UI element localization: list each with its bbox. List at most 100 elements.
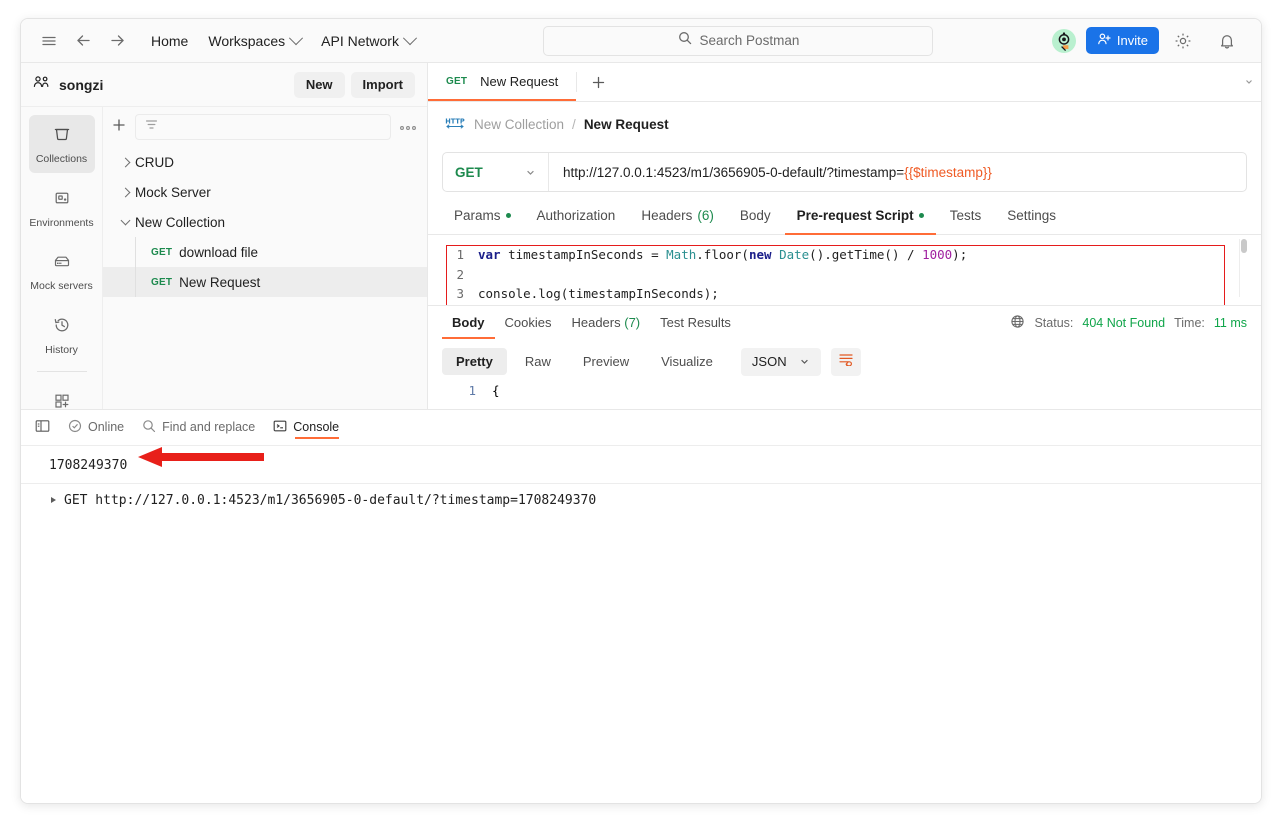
url-input[interactable]: http://127.0.0.1:4523/m1/3656905-0-defau…: [549, 153, 1246, 191]
chevron-down-icon: [799, 356, 810, 367]
avatar[interactable]: [1052, 29, 1076, 53]
tab-pre-request-script[interactable]: Pre-request Script: [785, 204, 936, 235]
editor-scrollbar[interactable]: [1239, 239, 1247, 297]
tab-body[interactable]: Body: [728, 204, 783, 235]
method-selector[interactable]: GET: [443, 153, 549, 191]
filter-input[interactable]: [135, 114, 391, 140]
tab-params[interactable]: Params: [442, 204, 523, 235]
bell-icon[interactable]: [1213, 27, 1241, 55]
tab-headers[interactable]: Headers (6): [629, 204, 726, 235]
import-button[interactable]: Import: [351, 72, 415, 98]
plus-icon[interactable]: [111, 117, 127, 138]
response-tab-headers[interactable]: Headers (7): [561, 307, 650, 339]
collections-icon: [52, 124, 72, 149]
unsaved-dot-icon: [506, 213, 511, 218]
line-number: 1: [446, 383, 492, 409]
console-button[interactable]: Console: [273, 410, 339, 445]
request-method: GET: [151, 247, 172, 258]
search-input[interactable]: Search Postman: [543, 26, 933, 56]
sidebar-layout-icon: [35, 419, 50, 436]
invite-button[interactable]: Invite: [1086, 27, 1159, 54]
sidebar-item-environments-label: Environments: [29, 218, 93, 230]
sidebar-item-collections-label: Collections: [36, 154, 87, 166]
tab-settings[interactable]: Settings: [995, 204, 1068, 235]
request-tab-bar: GET New Request: [428, 63, 1261, 102]
status-label: Status:: [1034, 316, 1073, 330]
nav-home-label: Home: [151, 33, 188, 49]
tab-tests[interactable]: Tests: [938, 204, 994, 235]
find-and-replace-button[interactable]: Find and replace: [142, 410, 255, 445]
svg-text:HTTP: HTTP: [445, 117, 465, 125]
code-line: 1 var timestampInSeconds = Math.floor(ne…: [446, 245, 1243, 265]
sidebar-rail: Collections Environments: [21, 107, 103, 409]
globe-icon[interactable]: [1010, 314, 1025, 332]
wrap-lines-icon: [838, 352, 854, 371]
view-mode-raw[interactable]: Raw: [511, 348, 565, 375]
tree-item-crud[interactable]: CRUD: [103, 147, 427, 177]
new-tab-button[interactable]: [577, 63, 620, 101]
chevron-right-icon[interactable]: [115, 159, 135, 166]
response-tab-body[interactable]: Body: [442, 307, 495, 339]
response-toolbar: Pretty Raw Preview Visualize JSON: [428, 341, 1261, 383]
console-request-entry[interactable]: GET http://127.0.0.1:4523/m1/3656905-0-d…: [21, 484, 1261, 508]
format-selector[interactable]: JSON: [741, 348, 821, 376]
tab-headers-count: (6): [697, 208, 714, 223]
nav-api-network[interactable]: API Network: [311, 29, 425, 53]
tree-item-label: Mock Server: [135, 185, 211, 200]
hamburger-icon[interactable]: [35, 27, 63, 55]
view-mode-pretty[interactable]: Pretty: [442, 348, 507, 375]
response-tab-test-results[interactable]: Test Results: [650, 307, 741, 339]
online-label: Online: [88, 420, 124, 434]
chevron-down-icon: [403, 31, 417, 45]
tree-request-download-file[interactable]: GET download file: [103, 237, 427, 267]
gear-icon[interactable]: [1169, 27, 1197, 55]
sidebar-item-collections[interactable]: Collections: [29, 115, 95, 173]
triangle-right-icon[interactable]: [51, 497, 56, 503]
arrow-right-icon[interactable]: [103, 27, 131, 55]
unsaved-dot-icon: [919, 213, 924, 218]
sidebar-item-history[interactable]: History: [29, 306, 95, 364]
environments-icon: [52, 188, 72, 213]
script-editor-area: 1 var timestampInSeconds = Math.floor(ne…: [428, 235, 1261, 305]
terminal-icon: [273, 419, 287, 436]
tab-settings-label: Settings: [1007, 208, 1056, 223]
nav-home[interactable]: Home: [141, 29, 198, 53]
sidebar-item-environments[interactable]: Environments: [29, 179, 95, 237]
wrap-lines-button[interactable]: [831, 348, 861, 376]
status-badge: 404 Not Found: [1082, 316, 1165, 330]
chevron-right-icon[interactable]: [115, 189, 135, 196]
tab-new-request[interactable]: GET New Request: [428, 63, 576, 101]
view-mode-preview[interactable]: Preview: [569, 348, 643, 375]
sidebar-item-mock-servers[interactable]: Mock servers: [29, 242, 95, 300]
online-status[interactable]: Online: [68, 410, 124, 445]
nav-workspaces[interactable]: Workspaces: [198, 29, 311, 53]
history-icon: [52, 315, 72, 340]
tree-item-mock-server[interactable]: Mock Server: [103, 177, 427, 207]
chevron-down-icon[interactable]: [115, 217, 135, 227]
tab-params-label: Params: [454, 208, 501, 223]
tab-authorization[interactable]: Authorization: [525, 204, 628, 235]
response-tab-cookies[interactable]: Cookies: [495, 307, 562, 339]
breadcrumb-collection[interactable]: New Collection: [474, 117, 564, 132]
search-icon: [142, 419, 156, 436]
toggle-sidebar-button[interactable]: [35, 410, 50, 445]
person-add-icon: [1097, 32, 1111, 49]
response-body-viewer[interactable]: 1 {: [428, 383, 1261, 409]
tab-pre-request-script-label: Pre-request Script: [797, 208, 914, 223]
chevron-down-icon: [525, 167, 536, 178]
new-button[interactable]: New: [294, 72, 345, 98]
tab-authorization-label: Authorization: [537, 208, 616, 223]
script-code-editor[interactable]: 1 var timestampInSeconds = Math.floor(ne…: [446, 245, 1243, 305]
arrow-left-icon[interactable]: [69, 27, 97, 55]
tree-item-new-collection[interactable]: New Collection: [103, 207, 427, 237]
more-horizontal-icon[interactable]: [399, 118, 417, 136]
tabbar-overflow[interactable]: [1243, 63, 1261, 101]
line-content: {: [492, 383, 500, 409]
tree-request-new-request[interactable]: GET New Request: [103, 267, 427, 297]
view-mode-visualize[interactable]: Visualize: [647, 348, 727, 375]
tree-item-label: CRUD: [135, 155, 174, 170]
search-placeholder: Search Postman: [700, 33, 800, 48]
url-bar: GET http://127.0.0.1:4523/m1/3656905-0-d…: [442, 152, 1247, 192]
sidebar-content: Collections Environments: [21, 107, 427, 409]
line-content: console.log(timestampInSeconds);: [478, 284, 719, 304]
